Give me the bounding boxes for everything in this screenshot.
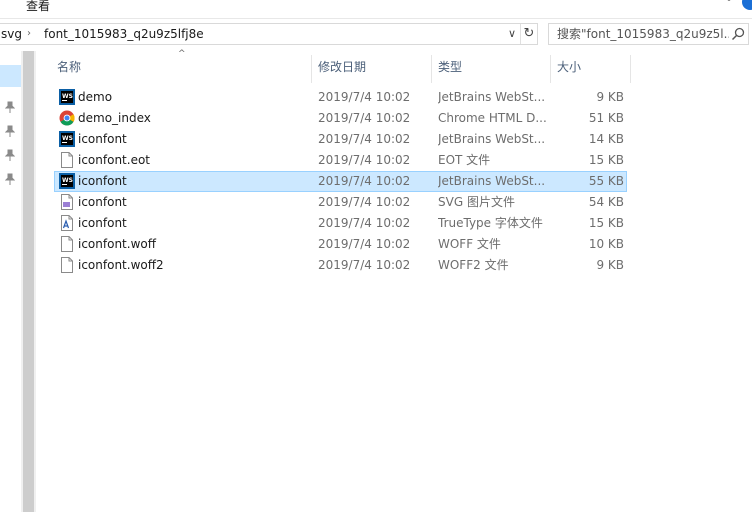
file-size: 10 KB bbox=[588, 237, 624, 251]
file-date: 2019/7/4 10:02 bbox=[318, 174, 411, 188]
column-header-row: ^ 名称 修改日期 类型 大小 bbox=[36, 49, 752, 83]
file-row[interactable]: WS demo 2019/7/4 10:02 JetBrains WebSt..… bbox=[54, 87, 627, 108]
file-type: JetBrains WebSt... bbox=[438, 132, 546, 146]
file-name: iconfont.eot bbox=[78, 153, 150, 167]
expand-ribbon-icon[interactable]: ﹀ bbox=[722, 0, 736, 12]
file-icon bbox=[61, 236, 73, 252]
column-header-size[interactable]: 大小 bbox=[557, 51, 581, 83]
address-bar[interactable]: svg › font_1015983_q2u9z5lfj8e ∨ ↻ bbox=[0, 23, 538, 45]
column-divider[interactable] bbox=[630, 55, 631, 83]
file-size: 9 KB bbox=[596, 90, 624, 104]
file-date: 2019/7/4 10:02 bbox=[318, 216, 411, 230]
file-row[interactable]: demo_index 2019/7/4 10:02 Chrome HTML D.… bbox=[54, 108, 627, 129]
column-header-type[interactable]: 类型 bbox=[438, 51, 462, 83]
file-date: 2019/7/4 10:02 bbox=[318, 111, 411, 125]
file-type: JetBrains WebSt... bbox=[438, 174, 546, 188]
pin-icon[interactable] bbox=[4, 173, 16, 185]
column-header-date[interactable]: 修改日期 bbox=[318, 51, 366, 83]
file-icon bbox=[61, 257, 73, 273]
file-name: demo bbox=[78, 90, 113, 104]
svg-text:WS: WS bbox=[62, 177, 73, 184]
nav-scrollbar[interactable] bbox=[21, 51, 36, 512]
file-name: iconfont.woff bbox=[78, 237, 156, 251]
file-size: 9 KB bbox=[596, 258, 624, 272]
svg-file-icon bbox=[61, 194, 73, 210]
file-name: iconfont bbox=[78, 195, 127, 209]
breadcrumb-svg[interactable]: svg bbox=[1, 24, 22, 44]
column-divider[interactable] bbox=[431, 55, 432, 83]
file-type: Chrome HTML D... bbox=[438, 111, 547, 125]
file-name: iconfont bbox=[78, 216, 127, 230]
navigation-pane bbox=[0, 51, 36, 512]
file-name: iconfont bbox=[78, 174, 127, 188]
pin-icon[interactable] bbox=[4, 125, 16, 137]
file-row-selected[interactable]: WS iconfont 2019/7/4 10:02 JetBrains Web… bbox=[54, 171, 627, 192]
file-type: EOT 文件 bbox=[438, 153, 491, 167]
file-name: demo_index bbox=[78, 111, 151, 125]
refresh-icon[interactable]: ↻ bbox=[520, 24, 537, 44]
address-history-dropdown-icon[interactable]: ∨ bbox=[506, 24, 518, 44]
file-type: JetBrains WebSt... bbox=[438, 90, 546, 104]
search-placeholder: 搜索"font_1015983_q2u9z5l... bbox=[557, 27, 729, 41]
pin-icon[interactable] bbox=[4, 149, 16, 161]
file-date: 2019/7/4 10:02 bbox=[318, 132, 411, 146]
search-icon[interactable] bbox=[731, 27, 745, 41]
file-size: 15 KB bbox=[588, 216, 624, 230]
webstorm-icon: WS bbox=[59, 89, 75, 105]
file-size: 14 KB bbox=[588, 132, 624, 146]
sort-ascending-icon: ^ bbox=[178, 49, 186, 59]
file-type: WOFF 文件 bbox=[438, 237, 501, 251]
file-date: 2019/7/4 10:02 bbox=[318, 237, 411, 251]
file-row[interactable]: iconfont 2019/7/4 10:02 SVG 图片文件 54 KB bbox=[54, 192, 627, 213]
file-type: SVG 图片文件 bbox=[438, 195, 515, 209]
pin-icon[interactable] bbox=[4, 101, 16, 113]
file-size: 55 KB bbox=[588, 174, 624, 188]
file-row[interactable]: WS iconfont 2019/7/4 10:02 JetBrains Web… bbox=[54, 129, 627, 150]
file-date: 2019/7/4 10:02 bbox=[318, 258, 411, 272]
tab-view[interactable]: 查看 bbox=[26, 0, 50, 13]
navigation-bar: svg › font_1015983_q2u9z5lfj8e ∨ ↻ 搜索"fo… bbox=[0, 22, 752, 48]
file-row[interactable]: iconfont.woff2 2019/7/4 10:02 WOFF2 文件 9… bbox=[54, 255, 627, 276]
file-size: 15 KB bbox=[588, 153, 624, 167]
file-row[interactable]: iconfont 2019/7/4 10:02 TrueType 字体文件 15… bbox=[54, 213, 627, 234]
webstorm-icon: WS bbox=[59, 173, 75, 189]
webstorm-icon: WS bbox=[59, 131, 75, 147]
file-date: 2019/7/4 10:02 bbox=[318, 90, 411, 104]
svg-text:WS: WS bbox=[62, 93, 73, 100]
file-name: iconfont bbox=[78, 132, 127, 146]
nav-selected-item[interactable] bbox=[0, 65, 21, 87]
svg-text:WS: WS bbox=[62, 135, 73, 142]
file-type: WOFF2 文件 bbox=[438, 258, 509, 272]
chrome-icon bbox=[59, 110, 75, 126]
file-date: 2019/7/4 10:02 bbox=[318, 195, 411, 209]
file-type: TrueType 字体文件 bbox=[438, 216, 543, 230]
column-divider[interactable] bbox=[550, 55, 551, 83]
breadcrumb-font-folder[interactable]: font_1015983_q2u9z5lfj8e bbox=[44, 24, 204, 44]
breadcrumb-separator-icon[interactable]: › bbox=[27, 24, 31, 44]
ribbon-bar: 查看 ﹀ bbox=[0, 0, 752, 19]
file-row[interactable]: iconfont.woff 2019/7/4 10:02 WOFF 文件 10 … bbox=[54, 234, 627, 255]
file-size: 54 KB bbox=[588, 195, 624, 209]
column-divider[interactable] bbox=[311, 55, 312, 83]
file-row[interactable]: iconfont.eot 2019/7/4 10:02 EOT 文件 15 KB bbox=[54, 150, 627, 171]
file-icon bbox=[61, 152, 73, 168]
file-size: 51 KB bbox=[588, 111, 624, 125]
file-name: iconfont.woff2 bbox=[78, 258, 164, 272]
font-file-icon bbox=[61, 215, 73, 231]
search-input[interactable]: 搜索"font_1015983_q2u9z5l... bbox=[548, 23, 749, 45]
file-date: 2019/7/4 10:02 bbox=[318, 153, 411, 167]
nav-scrollbar-thumb[interactable] bbox=[23, 51, 34, 512]
help-icon[interactable] bbox=[742, 0, 752, 10]
column-header-name[interactable]: 名称 bbox=[57, 51, 81, 83]
